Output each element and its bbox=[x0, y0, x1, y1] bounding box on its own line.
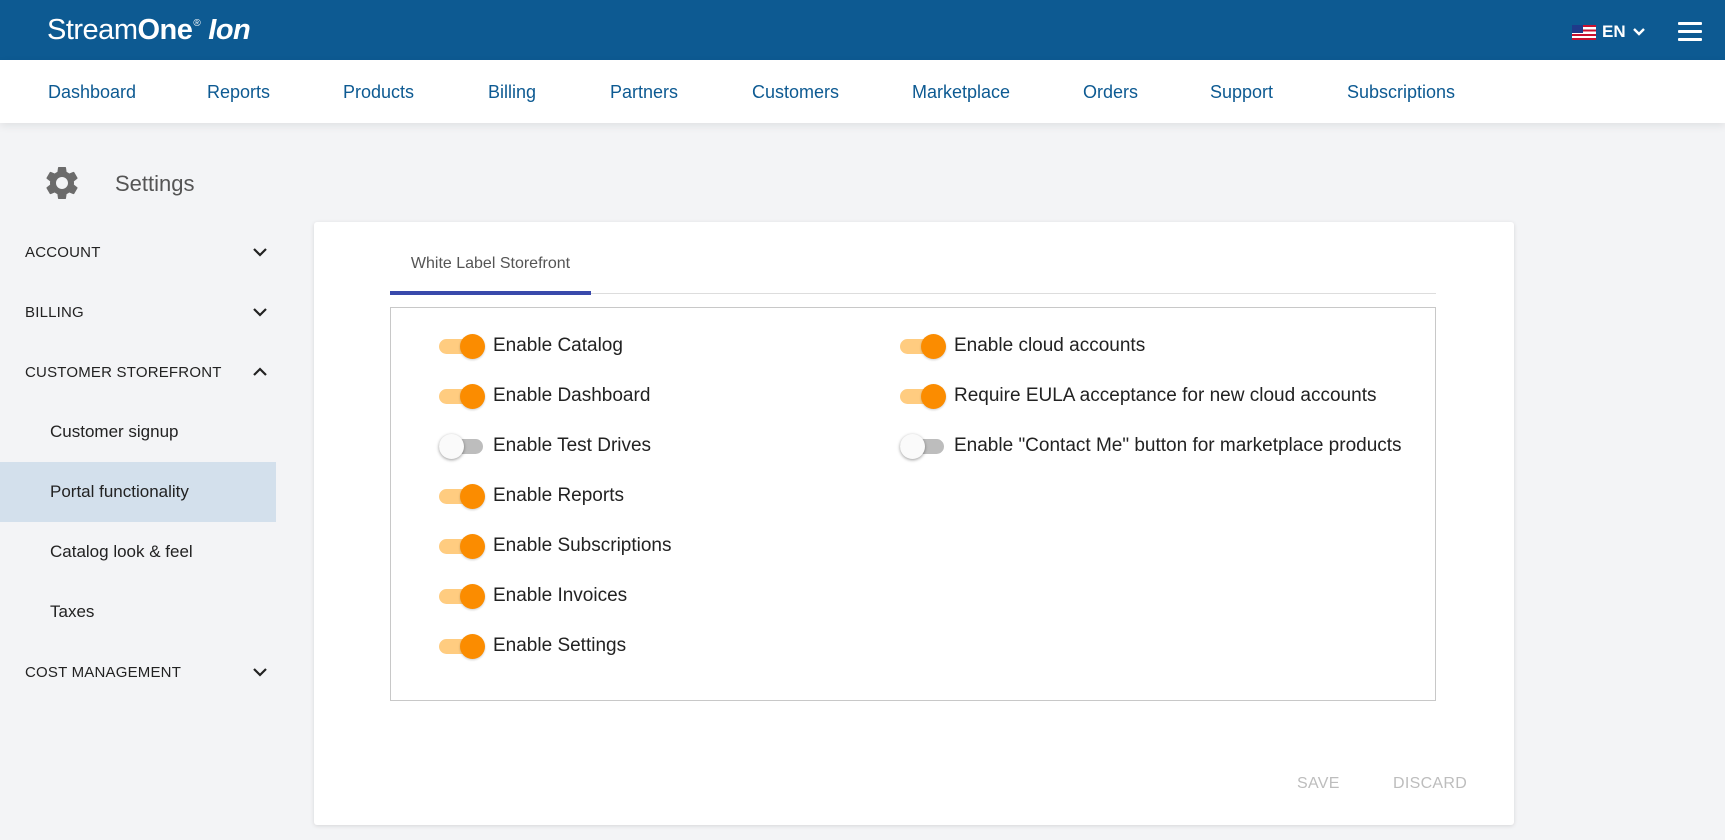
nav-partners[interactable]: Partners bbox=[610, 82, 678, 103]
sidebar-item-label: Taxes bbox=[50, 602, 95, 621]
sidebar-item-catalog-look-feel[interactable]: Catalog look & feel bbox=[0, 522, 276, 582]
toggle-switch[interactable] bbox=[900, 381, 946, 411]
option-label: Require EULA acceptance for new cloud ac… bbox=[954, 385, 1377, 406]
tab-label: White Label Storefront bbox=[410, 255, 571, 272]
option-label: Enable Invoices bbox=[493, 585, 628, 606]
settings-header: Settings bbox=[42, 163, 195, 203]
chevron-down-icon bbox=[1632, 28, 1645, 36]
sidebar-item-portal-functionality[interactable]: Portal functionality bbox=[0, 462, 276, 522]
top-bar: StreamOne® Ion EN bbox=[0, 0, 1725, 60]
option-label: Enable Dashboard bbox=[493, 385, 651, 406]
tab-bar: White Label Storefront bbox=[390, 252, 1436, 295]
brand-part-stream: Stream bbox=[47, 14, 138, 46]
nav-support[interactable]: Support bbox=[1210, 82, 1273, 103]
chevron-down-icon bbox=[253, 248, 267, 257]
nav-reports[interactable]: Reports bbox=[207, 82, 270, 103]
sidebar-item-taxes[interactable]: Taxes bbox=[0, 582, 276, 642]
toggle-switch[interactable] bbox=[900, 331, 946, 361]
chevron-up-icon bbox=[253, 367, 267, 376]
brand-part-one: One bbox=[137, 14, 193, 46]
page-title: Settings bbox=[115, 171, 195, 196]
sidebar-item-label: Portal functionality bbox=[50, 482, 189, 501]
option-enable-invoices[interactable]: Enable Invoices bbox=[439, 581, 627, 611]
options-panel: Enable Catalog Enable Dashboard Enable T… bbox=[390, 307, 1436, 701]
language-label: EN bbox=[1602, 22, 1626, 41]
gear-icon bbox=[46, 166, 78, 199]
toggle-switch[interactable] bbox=[439, 331, 485, 361]
tab-white-label-storefront[interactable]: White Label Storefront bbox=[390, 252, 591, 295]
option-label: Enable Subscriptions bbox=[493, 535, 672, 556]
option-label: Enable Catalog bbox=[493, 335, 623, 356]
sidebar-item-customer-signup[interactable]: Customer signup bbox=[0, 402, 276, 462]
sidebar-section-cost-management[interactable]: COST MANAGEMENT bbox=[0, 642, 276, 702]
brand-part-ion: Ion bbox=[208, 14, 251, 46]
option-label: Enable Test Drives bbox=[493, 435, 652, 456]
save-button[interactable]: SAVE bbox=[1297, 775, 1340, 793]
sidebar-section-account[interactable]: ACCOUNT bbox=[0, 222, 276, 282]
sidebar-section-label: CUSTOMER STOREFRONT bbox=[25, 363, 222, 381]
chevron-down-icon bbox=[253, 308, 267, 317]
sidebar-section-label: ACCOUNT bbox=[25, 243, 101, 261]
sidebar-section-customer-storefront[interactable]: CUSTOMER STOREFRONT bbox=[0, 342, 276, 402]
nav-marketplace[interactable]: Marketplace bbox=[912, 82, 1010, 103]
nav-dashboard[interactable]: Dashboard bbox=[48, 82, 136, 103]
hamburger-menu-icon[interactable] bbox=[1678, 21, 1704, 41]
settings-card: White Label Storefront Enable Catalog En… bbox=[314, 222, 1514, 825]
nav-products[interactable]: Products bbox=[343, 82, 414, 103]
sidebar-section-label: BILLING bbox=[25, 303, 84, 321]
sidebar-section-label: COST MANAGEMENT bbox=[25, 663, 182, 681]
option-label: Enable cloud accounts bbox=[954, 335, 1146, 356]
nav-billing[interactable]: Billing bbox=[488, 82, 536, 103]
option-enable-subscriptions[interactable]: Enable Subscriptions bbox=[439, 531, 672, 561]
language-selector[interactable]: EN bbox=[1572, 20, 1646, 44]
sidebar-section-billing[interactable]: BILLING bbox=[0, 282, 276, 342]
nav-customers[interactable]: Customers bbox=[752, 82, 839, 103]
toggle-switch[interactable] bbox=[439, 431, 485, 461]
main-nav: Dashboard Reports Products Billing Partn… bbox=[0, 60, 1725, 123]
option-enable-cloud-accounts[interactable]: Enable cloud accounts bbox=[900, 331, 1145, 361]
settings-sidebar: ACCOUNT BILLING CUSTOMER STOREFRONT Cust… bbox=[0, 222, 276, 702]
brand-logo[interactable]: StreamOne® Ion bbox=[47, 14, 251, 47]
registered-mark: ® bbox=[193, 18, 201, 29]
toggle-switch[interactable] bbox=[439, 631, 485, 661]
option-enable-contact-me[interactable]: Enable "Contact Me" button for marketpla… bbox=[900, 431, 1402, 461]
toggle-switch[interactable] bbox=[900, 431, 946, 461]
nav-orders[interactable]: Orders bbox=[1083, 82, 1138, 103]
nav-subscriptions[interactable]: Subscriptions bbox=[1347, 82, 1455, 103]
toggle-switch[interactable] bbox=[439, 381, 485, 411]
toggle-switch[interactable] bbox=[439, 481, 485, 511]
option-enable-catalog[interactable]: Enable Catalog bbox=[439, 331, 623, 361]
tab-active-indicator bbox=[390, 291, 591, 295]
sidebar-item-label: Customer signup bbox=[50, 422, 179, 441]
toggle-switch[interactable] bbox=[439, 531, 485, 561]
chevron-down-icon bbox=[253, 668, 267, 677]
option-require-eula[interactable]: Require EULA acceptance for new cloud ac… bbox=[900, 381, 1376, 411]
discard-button[interactable]: DISCARD bbox=[1393, 775, 1467, 793]
option-label: Enable Reports bbox=[493, 485, 624, 506]
us-flag-icon bbox=[1572, 24, 1596, 40]
option-enable-reports[interactable]: Enable Reports bbox=[439, 481, 624, 511]
sidebar-item-label: Catalog look & feel bbox=[50, 542, 193, 561]
option-label: Enable Settings bbox=[493, 635, 627, 656]
option-enable-dashboard[interactable]: Enable Dashboard bbox=[439, 381, 650, 411]
option-enable-settings[interactable]: Enable Settings bbox=[439, 631, 626, 661]
option-enable-test-drives[interactable]: Enable Test Drives bbox=[439, 431, 651, 461]
toggle-switch[interactable] bbox=[439, 581, 485, 611]
option-label: Enable "Contact Me" button for marketpla… bbox=[954, 435, 1402, 456]
